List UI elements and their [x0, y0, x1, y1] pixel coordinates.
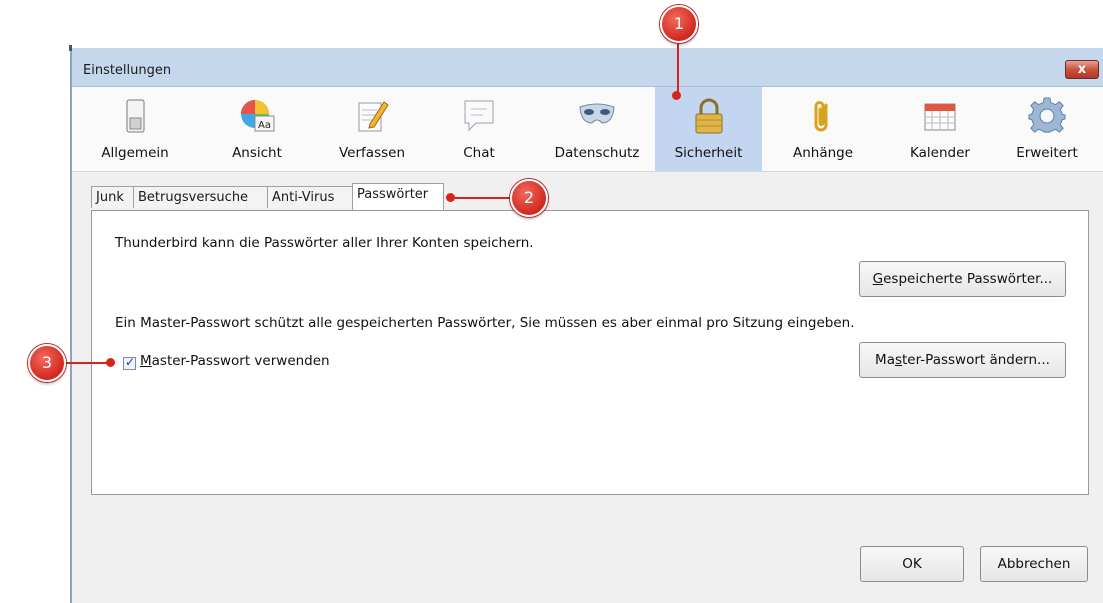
saved-passwords-button[interactable]: Gespeicherte Passwörter...	[859, 261, 1066, 297]
compose-pencil-icon	[358, 101, 389, 132]
paperclip-icon	[814, 101, 828, 132]
preferences-toolbar: Allgemein Aa Ansicht Verfassen Chat Date…	[72, 87, 1103, 172]
padlock-icon	[695, 98, 722, 134]
close-button[interactable]: x	[1065, 60, 1099, 79]
toolbar-chat[interactable]: Chat	[437, 87, 521, 171]
tab-betrugsversuche[interactable]: Betrugsversuche	[133, 186, 268, 208]
close-icon: x	[1077, 62, 1087, 77]
chat-bubble-icon	[464, 100, 494, 132]
tab-passwoerter[interactable]: Passwörter	[352, 183, 444, 210]
toolbar-label: Anhänge	[792, 145, 854, 161]
annotation-3-line	[62, 362, 110, 364]
tab-junk[interactable]: Junk	[91, 186, 134, 208]
intro-text: Thunderbird kann die Passwörter aller Ih…	[115, 235, 534, 251]
calendar-icon	[924, 103, 956, 131]
toolbar-label: Ansicht	[232, 145, 282, 161]
passwords-panel: Thunderbird kann die Passwörter aller Ih…	[91, 210, 1089, 495]
ok-button[interactable]: OK	[860, 546, 964, 582]
icon-sub-text: Aa	[258, 120, 271, 131]
settings-dialog: Einstellungen x Allgemein Aa Ansicht Ver…	[69, 45, 1103, 603]
toolbar-allgemein[interactable]: Allgemein	[84, 87, 186, 171]
tab-anti-virus[interactable]: Anti-Virus	[267, 186, 353, 208]
mask-icon	[579, 103, 615, 124]
toolbar-label: Sicherheit	[674, 145, 743, 161]
cancel-button[interactable]: Abbrechen	[980, 546, 1088, 582]
annotation-1-line	[677, 40, 679, 94]
toolbar-erweitert[interactable]: Erweitert	[1002, 87, 1092, 171]
use-master-password-checkbox[interactable]	[123, 355, 136, 370]
toolbar-label: Datenschutz	[554, 145, 640, 161]
annotation-2-line	[450, 197, 512, 199]
annotation-2-badge: 2	[510, 179, 548, 217]
master-password-info: Ein Master-Passwort schützt alle gespeic…	[115, 315, 855, 331]
tab-label: Betrugsversuche	[138, 190, 249, 205]
dialog-client: Allgemein Aa Ansicht Verfassen Chat Date…	[72, 86, 1103, 603]
toolbar-label: Erweitert	[1016, 145, 1078, 161]
toolbar-kalender[interactable]: Kalender	[892, 87, 988, 171]
toolbar-datenschutz[interactable]: Datenschutz	[540, 87, 654, 171]
switch-icon	[126, 99, 145, 133]
title-bar[interactable]: Einstellungen x	[72, 48, 1103, 86]
gear-icon	[1028, 97, 1066, 133]
tab-label: Anti-Virus	[272, 190, 335, 205]
toolbar-sicherheit[interactable]: Sicherheit	[655, 87, 762, 171]
annotation-3-badge: 3	[28, 344, 66, 382]
annotation-3-dot	[106, 358, 115, 367]
toolbar-label: Chat	[463, 145, 495, 161]
toolbar-label: Kalender	[910, 145, 970, 161]
toolbar-ansicht[interactable]: Aa Ansicht	[206, 87, 308, 171]
color-wheel-icon: Aa	[241, 100, 275, 132]
annotation-2-dot	[446, 193, 455, 202]
dialog-title: Einstellungen	[83, 63, 172, 78]
tab-label: Junk	[96, 190, 124, 205]
toolbar-label: Allgemein	[101, 145, 169, 161]
annotation-1-dot	[672, 91, 681, 100]
annotation-1-badge: 1	[660, 5, 698, 43]
toolbar-verfassen[interactable]: Verfassen	[317, 87, 427, 171]
tab-label: Passwörter	[357, 187, 429, 202]
use-master-password-label[interactable]: Master-Passwort verwenden	[140, 353, 330, 369]
toolbar-label: Verfassen	[339, 145, 405, 161]
change-master-password-button[interactable]: Master-Passwort ändern...	[859, 342, 1066, 378]
toolbar-anhaenge[interactable]: Anhänge	[778, 87, 868, 171]
